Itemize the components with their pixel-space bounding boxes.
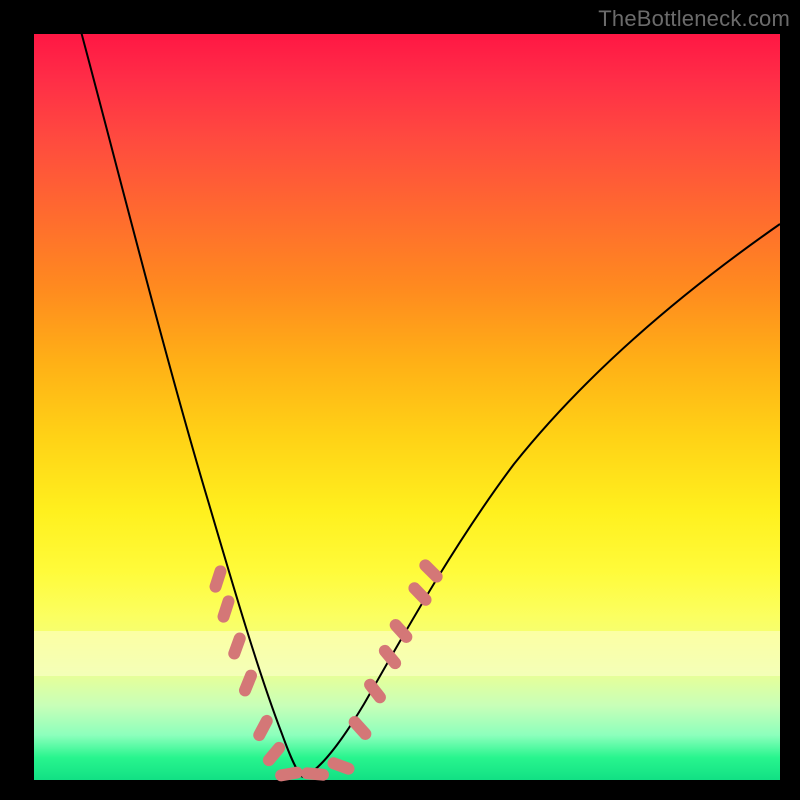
marker-group <box>208 557 445 782</box>
marker-pill <box>301 767 330 781</box>
marker-pill <box>208 564 228 594</box>
plot-area <box>34 34 780 780</box>
attribution-text: TheBottleneck.com <box>598 6 790 32</box>
marker-pill <box>346 714 374 743</box>
marker-pill <box>251 713 275 743</box>
chart-svg <box>34 34 780 780</box>
marker-pill <box>260 739 287 768</box>
marker-pill <box>376 642 403 671</box>
curve-left-branch <box>79 24 302 777</box>
marker-pill <box>216 594 236 624</box>
marker-pill <box>274 766 304 783</box>
marker-pill <box>227 631 248 661</box>
marker-pill <box>326 756 356 777</box>
marker-pill <box>406 580 434 608</box>
outer-frame: TheBottleneck.com <box>0 0 800 800</box>
marker-pill <box>237 668 259 698</box>
